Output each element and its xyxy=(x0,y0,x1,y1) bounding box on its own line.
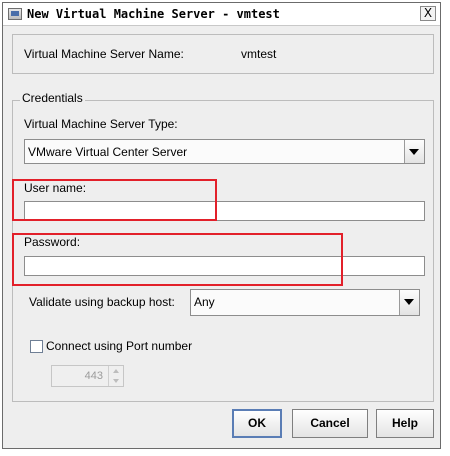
username-highlight-box xyxy=(12,179,217,221)
password-highlight-box xyxy=(12,233,343,286)
port-number-checkbox[interactable] xyxy=(30,340,43,353)
server-type-label: Virtual Machine Server Type: xyxy=(24,117,178,131)
port-number-spinner[interactable]: 443 xyxy=(51,365,124,387)
chevron-down-icon[interactable] xyxy=(399,290,419,315)
dialog-window: New Virtual Machine Server - vmtest X Vi… xyxy=(2,2,441,449)
title-bar[interactable]: New Virtual Machine Server - vmtest X xyxy=(3,3,440,26)
port-number-value: 443 xyxy=(84,370,103,382)
port-number-checkbox-label[interactable]: Connect using Port number xyxy=(46,339,192,353)
backup-host-value: Any xyxy=(194,295,215,309)
help-button[interactable]: Help xyxy=(376,409,434,438)
spinner-down-icon[interactable] xyxy=(108,376,123,386)
spinner-up-icon[interactable] xyxy=(108,366,123,376)
window-app-icon xyxy=(8,8,22,20)
server-type-value: VMware Virtual Center Server xyxy=(28,145,188,159)
close-icon: X xyxy=(423,6,433,20)
credentials-legend: Credentials xyxy=(20,91,85,105)
ok-button[interactable]: OK xyxy=(232,409,282,438)
server-name-panel: Virtual Machine Server Name: vmtest xyxy=(12,34,434,74)
server-name-label: Virtual Machine Server Name: xyxy=(24,47,184,61)
window-title: New Virtual Machine Server - vmtest xyxy=(27,7,280,21)
backup-host-label: Validate using backup host: xyxy=(29,295,175,309)
close-button[interactable]: X xyxy=(420,6,436,21)
chevron-down-icon[interactable] xyxy=(404,140,424,163)
server-type-select[interactable]: VMware Virtual Center Server xyxy=(24,139,425,164)
dialog-content: Virtual Machine Server Name: vmtest Cred… xyxy=(3,26,440,448)
backup-host-select[interactable]: Any xyxy=(190,289,420,316)
cancel-button[interactable]: Cancel xyxy=(292,409,368,438)
server-name-value: vmtest xyxy=(241,47,277,61)
